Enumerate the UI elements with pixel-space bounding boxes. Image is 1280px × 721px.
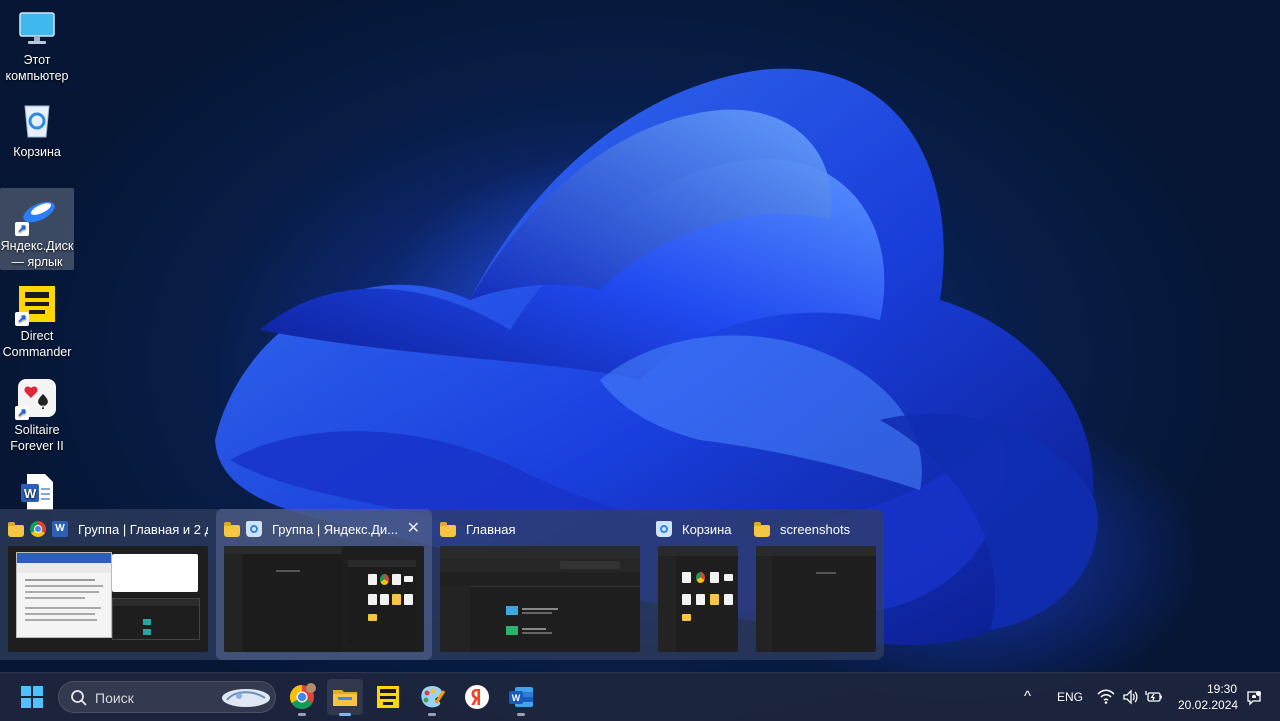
desktop-icon-label: Direct Commander — [2, 329, 72, 359]
search-input[interactable]: Поиск — [58, 681, 276, 713]
yandex-disk-icon: ↗ — [15, 194, 57, 236]
desktop-icon-direct-commander[interactable]: ↗ Direct Commander — [0, 278, 74, 360]
taskbar-paint[interactable] — [414, 679, 450, 716]
taskbar-direct-commander[interactable] — [370, 679, 406, 715]
shortcut-arrow-icon: ↗ — [15, 406, 29, 420]
chrome-icon — [289, 683, 316, 710]
battery-icon[interactable] — [1145, 689, 1163, 705]
taskbar-word[interactable]: W — [503, 679, 539, 716]
clock-date[interactable]: 20.02.2024 — [1178, 698, 1238, 712]
window-thumbnail — [756, 546, 876, 652]
yandex-browser-icon — [465, 685, 489, 709]
direct-commander-icon — [377, 686, 399, 708]
svg-text:W: W — [24, 486, 37, 501]
taskbar-file-explorer[interactable] — [327, 679, 363, 716]
window-title: Корзина — [682, 521, 732, 537]
monitor-icon — [17, 8, 57, 48]
switcher-window-group-yandex-disk[interactable]: Группа | Яндекс.Ди... ✕ — [216, 509, 432, 660]
desktop-icon-label: Этот компьютер — [5, 53, 69, 83]
running-indicator — [339, 713, 351, 716]
folder-icon — [224, 521, 240, 537]
switcher-window-screenshots[interactable]: screenshots — [746, 509, 884, 660]
taskbar-chrome[interactable] — [284, 679, 320, 716]
shortcut-arrow-icon: ↗ — [15, 312, 29, 326]
solitaire-icon: ↗ — [15, 378, 57, 420]
close-icon[interactable]: ✕ — [407, 520, 420, 538]
clock-time[interactable]: 19:30 — [1207, 682, 1237, 696]
shortcut-arrow-icon: ↗ — [15, 222, 29, 236]
volume-icon[interactable] — [1122, 689, 1138, 705]
svg-text:W: W — [512, 693, 521, 703]
desktop-icon-label: Корзина — [13, 145, 61, 159]
show-hidden-icons-button[interactable]: ^ — [1024, 688, 1031, 705]
chrome-icon — [30, 521, 46, 537]
running-indicator — [298, 713, 306, 716]
recycle-bin-icon — [17, 100, 57, 140]
switcher-window-main[interactable]: Главная — [432, 509, 648, 660]
word-icon: W — [52, 521, 68, 537]
word-icon: W — [509, 687, 533, 707]
notifications-icon[interactable] — [1246, 690, 1262, 706]
window-title: screenshots — [780, 521, 851, 537]
desktop-icon-this-pc[interactable]: Этот компьютер — [0, 2, 74, 84]
window-title: Группа | Главная и 2 д... — [78, 521, 208, 537]
folder-icon — [754, 521, 770, 537]
desktop-icon-solitaire[interactable]: ↗ Solitaire Forever II — [0, 372, 74, 454]
window-thumbnail — [224, 546, 424, 652]
task-switcher: W Группа | Главная и 2 д... — [0, 509, 884, 660]
search-placeholder: Поиск — [95, 690, 134, 706]
start-icon — [21, 686, 43, 708]
taskbar-yandex-browser[interactable] — [459, 679, 495, 715]
word-document-icon: W — [17, 472, 57, 512]
search-highlight-icon — [222, 689, 270, 707]
switcher-window-group-main[interactable]: W Группа | Главная и 2 д... — [0, 509, 216, 660]
language-indicator[interactable]: ENG — [1057, 690, 1083, 704]
desktop-icon-recycle-bin[interactable]: Корзина — [0, 94, 74, 160]
direct-commander-icon: ↗ — [15, 284, 57, 326]
recycle-bin-icon — [246, 521, 262, 537]
start-button[interactable] — [14, 679, 50, 715]
desktop-icon-yandex-disk[interactable]: ↗ Яндекс.Диск — ярлык — [0, 188, 74, 270]
window-thumbnail — [658, 546, 738, 652]
switcher-window-recycle-bin[interactable]: Корзина — [648, 509, 746, 660]
window-thumbnail — [8, 546, 208, 652]
window-title: Группа | Яндекс.Ди... — [272, 521, 399, 537]
folder-icon — [440, 521, 456, 537]
wifi-icon[interactable] — [1097, 689, 1115, 705]
paint-icon — [421, 686, 446, 708]
desktop-icon-label: Solitaire Forever II — [10, 423, 64, 453]
desktop-icon-label: Яндекс.Диск — ярлык — [0, 239, 74, 269]
running-indicator — [517, 713, 525, 716]
running-indicator — [428, 713, 436, 716]
recycle-bin-icon — [656, 521, 672, 537]
folder-icon — [8, 521, 24, 537]
file-explorer-icon — [333, 690, 357, 706]
taskbar: Поиск W ^ ENG 19:30 20.02.2024 — [0, 672, 1280, 721]
search-icon — [71, 690, 87, 706]
window-title: Главная — [466, 521, 516, 537]
window-thumbnail — [440, 546, 640, 652]
